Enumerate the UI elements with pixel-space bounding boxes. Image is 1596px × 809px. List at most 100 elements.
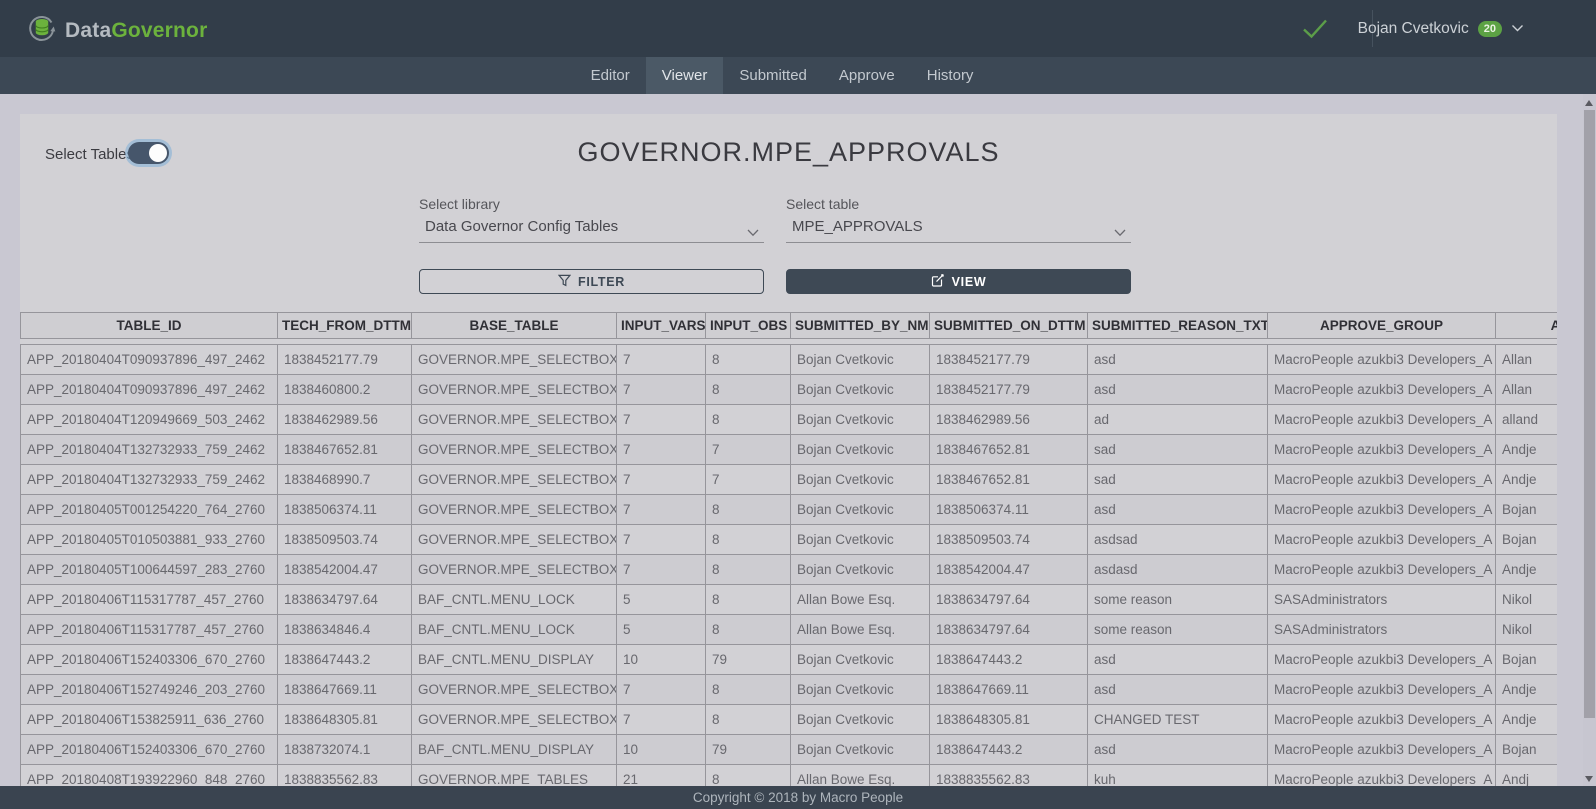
table-cell: MacroPeople azukbi3 Developers_A (1268, 525, 1496, 555)
table-cell: Nikol (1496, 615, 1558, 645)
app-window: DataGovernor Bojan Cvetkovic 20 EditorVi… (0, 0, 1596, 809)
table-cell: APP_20180404T090937896_497_2462 (21, 345, 278, 375)
vertical-scrollbar[interactable] (1583, 94, 1596, 786)
app-logo-text: DataGovernor (65, 19, 207, 43)
filter-button-label: FILTER (578, 275, 625, 289)
table-cell: 1838452177.79 (930, 345, 1088, 375)
table-cell: 1838634797.64 (930, 615, 1088, 645)
table-cell: 7 (617, 345, 706, 375)
table-cell: CHANGED TEST (1088, 705, 1268, 735)
table-cell: Allan Bowe Esq. (791, 615, 930, 645)
table-row: APP_20180406T152403306_670_2760183873207… (21, 735, 1558, 765)
table-cell: MacroPeople azukbi3 Developers_A (1268, 345, 1496, 375)
table-cell: asdasd (1088, 555, 1268, 585)
table-cell: 7 (617, 525, 706, 555)
table-cell: Bojan Cvetkovic (791, 525, 930, 555)
tab-viewer[interactable]: Viewer (646, 57, 724, 94)
viewer-panel: Select Tables GOVERNOR.MPE_APPROVALS Sel… (20, 114, 1557, 809)
table-cell: 1838468990.7 (278, 465, 412, 495)
copyright-text: Copyright © 2018 by Macro People (693, 790, 903, 805)
table-cell: BAF_CNTL.MENU_LOCK (412, 585, 617, 615)
table-cell: some reason (1088, 615, 1268, 645)
app-logo[interactable]: DataGovernor (27, 13, 207, 48)
table-cell: Andje (1496, 705, 1558, 735)
table-cell: APP_20180406T152749246_203_2760 (21, 675, 278, 705)
chevron-down-icon (1511, 20, 1524, 38)
table-cell: APP_20180405T001254220_764_2760 (21, 495, 278, 525)
table-cell: 1838462989.56 (930, 405, 1088, 435)
scrollbar-thumb[interactable] (1584, 110, 1595, 718)
table-cell: MacroPeople azukbi3 Developers_A (1268, 735, 1496, 765)
table-cell: Andje (1496, 465, 1558, 495)
column-header-tech_from_dttm: TECH_FROM_DTTM (278, 313, 412, 339)
table-row: APP_20180406T152403306_670_2760183864744… (21, 645, 1558, 675)
scroll-up-arrow-icon[interactable] (1585, 100, 1593, 106)
filter-button[interactable]: FILTER (419, 269, 764, 294)
table-cell: some reason (1088, 585, 1268, 615)
table-cell: Bojan (1496, 645, 1558, 675)
table-cell: APP_20180404T132732933_759_2462 (21, 465, 278, 495)
table-cell: 1838467652.81 (930, 465, 1088, 495)
table-cell: Bojan Cvetkovic (791, 375, 930, 405)
table-cell: 1838648305.81 (930, 705, 1088, 735)
table-cell: GOVERNOR.MPE_SELECTBOX (412, 495, 617, 525)
column-header-approve_group: APPROVE_GROUP (1268, 313, 1496, 339)
tab-history[interactable]: History (911, 57, 990, 94)
table-cell: APP_20180406T115317787_457_2760 (21, 615, 278, 645)
table-cell: BAF_CNTL.MENU_DISPLAY (412, 645, 617, 675)
table-cell: GOVERNOR.MPE_SELECTBOX (412, 345, 617, 375)
select-library-value: Data Governor Config Tables (425, 218, 618, 235)
column-header-input_vars: INPUT_VARS (617, 313, 706, 339)
column-header-submitted_on_dttm: SUBMITTED_ON_DTTM (930, 313, 1088, 339)
table-row: APP_20180404T132732933_759_2462183846765… (21, 435, 1558, 465)
table-cell: MacroPeople azukbi3 Developers_A (1268, 495, 1496, 525)
user-menu[interactable]: Bojan Cvetkovic 20 (1358, 0, 1524, 57)
table-row: APP_20180404T120949669_503_2462183846298… (21, 405, 1558, 435)
column-header-a: A (1496, 313, 1558, 339)
table-row: APP_20180405T001254220_764_2760183850637… (21, 495, 1558, 525)
table-cell: Bojan Cvetkovic (791, 495, 930, 525)
table-cell: 7 (617, 495, 706, 525)
tab-editor[interactable]: Editor (575, 57, 646, 94)
table-cell: 8 (706, 555, 791, 585)
table-cell: MacroPeople azukbi3 Developers_A (1268, 705, 1496, 735)
table-cell: 1838647443.2 (930, 645, 1088, 675)
checkmark-icon[interactable] (1302, 18, 1328, 44)
table-cell: GOVERNOR.MPE_SELECTBOX (412, 375, 617, 405)
table-cell: asd (1088, 345, 1268, 375)
table-row: APP_20180406T115317787_457_2760183863479… (21, 585, 1558, 615)
view-button-label: VIEW (952, 275, 987, 289)
table-cell: Bojan Cvetkovic (791, 555, 930, 585)
table-row: APP_20180406T152749246_203_2760183864766… (21, 675, 1558, 705)
table-cell: MacroPeople azukbi3 Developers_A (1268, 435, 1496, 465)
table-cell: 1838634846.4 (278, 615, 412, 645)
table-cell: APP_20180406T115317787_457_2760 (21, 585, 278, 615)
table-cell: 8 (706, 345, 791, 375)
table-cell: APP_20180405T010503881_933_2760 (21, 525, 278, 555)
table-cell: Andje (1496, 675, 1558, 705)
table-cell: Andje (1496, 435, 1558, 465)
database-refresh-icon (27, 13, 57, 48)
footer-bar: Copyright © 2018 by Macro People (0, 786, 1596, 809)
table-cell: 8 (706, 675, 791, 705)
table-cell: 1838634797.64 (930, 585, 1088, 615)
table-cell: Bojan Cvetkovic (791, 645, 930, 675)
table-row: APP_20180404T132732933_759_2462183846899… (21, 465, 1558, 495)
table-row: APP_20180404T090937896_497_2462183845217… (21, 345, 1558, 375)
view-button[interactable]: VIEW (786, 269, 1131, 294)
tab-submitted[interactable]: Submitted (723, 57, 823, 94)
table-cell: 8 (706, 405, 791, 435)
table-cell: MacroPeople azukbi3 Developers_A (1268, 675, 1496, 705)
table-cell: 1838452177.79 (278, 345, 412, 375)
table-cell: 1838634797.64 (278, 585, 412, 615)
scroll-down-arrow-icon[interactable] (1585, 776, 1593, 782)
table-cell: 79 (706, 645, 791, 675)
table-cell: 1838648305.81 (278, 705, 412, 735)
select-library-underline (419, 242, 764, 243)
table-cell: Bojan Cvetkovic (791, 435, 930, 465)
table-cell: Allan (1496, 375, 1558, 405)
table-cell: 7 (617, 375, 706, 405)
select-table-underline (786, 242, 1131, 243)
table-cell: 1838509503.74 (278, 525, 412, 555)
tab-approve[interactable]: Approve (823, 57, 911, 94)
